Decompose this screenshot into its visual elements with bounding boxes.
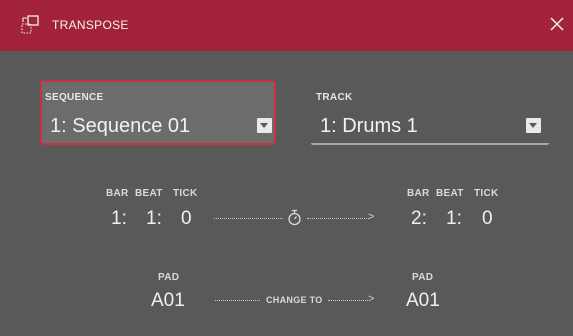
pad-from-value[interactable]: A01 (151, 290, 185, 312)
close-icon[interactable] (547, 14, 567, 34)
from-tick-label: TICK (173, 188, 198, 199)
sequence-value: 1: Sequence 01 (50, 115, 191, 137)
arrow-right-icon: > (368, 211, 375, 223)
to-tick-label: TICK (474, 188, 499, 199)
connector-line (307, 218, 369, 219)
pad-from-label: PAD (158, 272, 180, 283)
title-bar: TRANSPOSE (0, 0, 573, 51)
from-tick-value[interactable]: 0 (181, 208, 192, 230)
track-underline (311, 143, 549, 145)
connector-line (214, 218, 283, 219)
from-beat-value[interactable]: 1: (146, 208, 162, 230)
from-bar-label: BAR (106, 188, 129, 199)
track-value: 1: Drums 1 (320, 115, 418, 137)
arrow-right-icon: > (368, 293, 375, 305)
connector-line (215, 300, 260, 301)
chevron-down-icon (526, 118, 541, 133)
transpose-icon (21, 15, 39, 34)
pad-to-label: PAD (412, 272, 434, 283)
to-beat-label: BEAT (436, 188, 464, 199)
to-tick-value[interactable]: 0 (482, 208, 493, 230)
to-beat-value[interactable]: 1: (446, 208, 462, 230)
sequence-dropdown[interactable]: SEQUENCE 1: Sequence 01 (40, 80, 276, 145)
stopwatch-icon (288, 209, 301, 226)
connector-line (328, 300, 368, 301)
from-bar-value[interactable]: 1: (111, 208, 127, 230)
from-beat-label: BEAT (135, 188, 163, 199)
change-to-label: CHANGE TO (266, 295, 323, 305)
track-dropdown[interactable]: TRACK 1: Drums 1 (311, 80, 549, 145)
window-title: TRANSPOSE (52, 18, 129, 32)
sequence-label: SEQUENCE (45, 92, 104, 103)
chevron-down-icon (257, 118, 272, 133)
pad-to-value[interactable]: A01 (406, 290, 440, 312)
to-bar-value[interactable]: 2: (411, 208, 427, 230)
track-label: TRACK (316, 92, 353, 103)
to-bar-label: BAR (407, 188, 430, 199)
